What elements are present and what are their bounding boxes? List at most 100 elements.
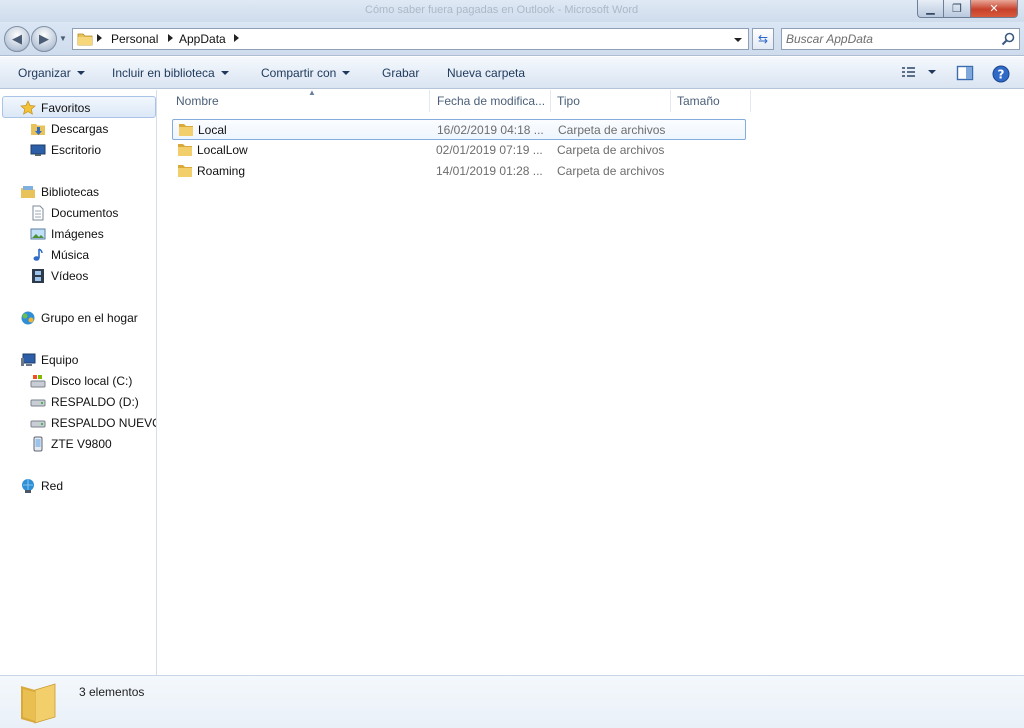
nav-item-libraries[interactable]: Bibliotecas — [20, 182, 99, 201]
forward-button[interactable]: ▶ — [31, 26, 57, 52]
nav-label: Bibliotecas — [41, 184, 100, 199]
file-list: Nombre ▲ Fecha de modifica... Tipo Tamañ… — [158, 88, 1024, 675]
image-icon — [30, 226, 46, 242]
chevron-down-icon — [76, 71, 85, 75]
window-titlebar: Cómo saber fuera pagadas en Outlook - Mi… — [0, 0, 1024, 22]
refresh-icon: ⇆ — [757, 32, 769, 46]
music-note-icon — [30, 247, 46, 263]
column-header-label: Nombre — [176, 94, 219, 108]
nav-item-music[interactable]: Música — [30, 245, 89, 264]
change-view-button[interactable] — [901, 65, 939, 82]
nav-item-videos[interactable]: Vídeos — [30, 266, 88, 285]
refresh-button[interactable]: ⇆ — [752, 28, 774, 50]
file-date: 16/02/2019 04:18 ... — [437, 123, 544, 137]
chevron-down-icon — [220, 71, 229, 75]
folder-icon — [177, 163, 193, 181]
nav-label: Vídeos — [51, 268, 89, 283]
breadcrumb-separator-icon[interactable] — [168, 34, 173, 42]
nav-item-homegroup[interactable]: Grupo en el hogar — [20, 308, 138, 327]
column-header-type[interactable]: Tipo — [551, 90, 671, 112]
column-header-size[interactable]: Tamaño — [671, 90, 751, 112]
nav-item-images[interactable]: Imágenes — [30, 224, 104, 243]
maximize-button[interactable]: ❐ — [944, 0, 971, 18]
breadcrumb-item-appdata[interactable]: AppData — [179, 32, 226, 46]
preview-pane-icon — [956, 65, 974, 81]
burn-button[interactable]: Grabar — [382, 66, 419, 80]
file-type: Carpeta de archivos — [557, 164, 665, 178]
library-icon — [20, 184, 36, 200]
nav-item-favorites[interactable]: Favoritos — [20, 98, 90, 117]
folder-icon — [77, 32, 93, 49]
nav-item-desktop[interactable]: Escritorio — [30, 140, 101, 159]
close-button[interactable]: ✕ — [971, 0, 1018, 18]
include-library-button[interactable]: Incluir en biblioteca — [112, 66, 229, 80]
view-list-icon — [902, 67, 936, 77]
table-row[interactable]: Roaming 14/01/2019 01:28 ... Carpeta de … — [172, 161, 746, 182]
system-drive-icon — [30, 373, 46, 389]
downloads-folder-icon — [30, 121, 46, 137]
nav-item-drive-c[interactable]: Disco local (C:) — [30, 371, 132, 390]
network-icon — [20, 478, 36, 494]
window-title: Cómo saber fuera pagadas en Outlook - Mi… — [365, 4, 639, 16]
details-pane: 3 elementos — [0, 675, 1024, 728]
nav-label: Disco local (C:) — [51, 373, 133, 388]
minimize-button[interactable]: ▁ — [917, 0, 944, 18]
breadcrumb-separator-icon[interactable] — [234, 34, 239, 42]
help-button[interactable]: ? — [992, 65, 1010, 86]
nav-label: ZTE V9800 — [51, 436, 112, 451]
file-name: LocalLow — [197, 143, 248, 157]
nav-item-computer[interactable]: Equipo — [20, 350, 78, 369]
table-row[interactable]: Local 16/02/2019 04:18 ... Carpeta de ar… — [172, 119, 746, 140]
navigation-pane: Favoritos Descargas Escritorio Bibliotec… — [0, 90, 157, 675]
arrow-right-icon: ▶ — [39, 31, 49, 46]
column-header-name[interactable]: Nombre ▲ — [170, 88, 430, 112]
folder-icon — [177, 142, 193, 160]
computer-icon — [20, 352, 36, 368]
nav-item-drive-e[interactable]: RESPALDO NUEVO ( — [30, 413, 156, 432]
nav-label: Documentos — [51, 205, 119, 220]
nav-label: RESPALDO (D:) — [51, 394, 139, 409]
search-icon[interactable] — [1001, 32, 1015, 49]
document-icon — [30, 205, 46, 221]
recent-pages-dropdown[interactable]: ▼ — [59, 34, 67, 43]
back-button[interactable]: ◀ — [4, 26, 30, 52]
nav-item-phone[interactable]: ZTE V9800 — [30, 434, 112, 453]
breadcrumb-item-personal[interactable]: Personal — [111, 32, 158, 46]
hard-drive-icon — [30, 394, 46, 410]
nav-label: Grupo en el hogar — [41, 310, 138, 325]
search-box[interactable] — [781, 28, 1020, 50]
nav-item-documents[interactable]: Documentos — [30, 203, 118, 222]
nav-label: Favoritos — [41, 100, 91, 115]
search-input[interactable] — [786, 31, 996, 47]
nav-label: Equipo — [41, 352, 79, 367]
nav-item-drive-d[interactable]: RESPALDO (D:) — [30, 392, 139, 411]
table-row[interactable]: LocalLow 02/01/2019 07:19 ... Carpeta de… — [172, 140, 746, 161]
arrow-left-icon: ◀ — [12, 31, 22, 46]
include-library-label: Incluir en biblioteca — [112, 66, 215, 80]
nav-label: Música — [51, 247, 90, 262]
nav-label: Descargas — [51, 121, 109, 136]
share-with-button[interactable]: Compartir con — [261, 66, 351, 80]
phone-icon — [30, 436, 46, 452]
folder-icon — [178, 122, 194, 140]
organize-button[interactable]: Organizar — [18, 66, 85, 80]
column-header-date[interactable]: Fecha de modifica... — [431, 90, 551, 112]
share-with-label: Compartir con — [261, 66, 337, 80]
breadcrumb[interactable]: Personal AppData — [72, 28, 749, 50]
nav-item-downloads[interactable]: Descargas — [30, 119, 108, 138]
svg-text:?: ? — [998, 68, 1005, 82]
chevron-down-icon[interactable] — [734, 38, 742, 42]
new-folder-button[interactable]: Nueva carpeta — [447, 66, 525, 80]
breadcrumb-separator-icon[interactable] — [97, 34, 102, 42]
hard-drive-icon — [30, 415, 46, 431]
nav-item-network[interactable]: Red — [20, 476, 63, 495]
preview-pane-button[interactable] — [956, 65, 974, 84]
homegroup-icon — [20, 310, 36, 326]
file-type: Carpeta de archivos — [558, 123, 666, 137]
folder-icon — [18, 680, 58, 727]
help-icon: ? — [992, 65, 1010, 83]
organize-label: Organizar — [18, 66, 71, 80]
file-type: Carpeta de archivos — [557, 143, 665, 157]
star-icon — [20, 99, 36, 116]
address-row: ◀ ▶ ▼ Personal AppData ⇆ — [0, 22, 1024, 56]
